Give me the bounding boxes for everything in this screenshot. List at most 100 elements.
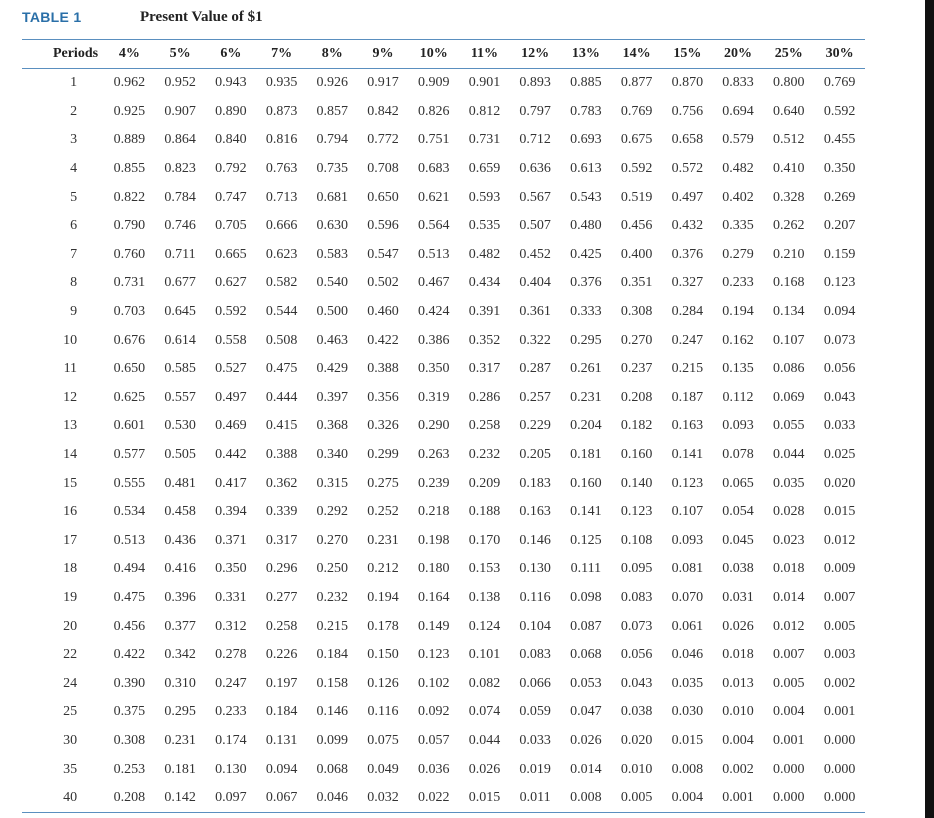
value-cell: 0.926 — [316, 75, 349, 91]
value-cell: 0.650 — [367, 189, 399, 205]
value-cell: 0.917 — [367, 75, 399, 91]
value-cell: 0.494 — [113, 561, 146, 577]
value-cell: 0.215 — [671, 361, 704, 377]
value-cell: 0.194 — [367, 589, 399, 605]
value-cell: 0.404 — [519, 275, 551, 291]
value-cell: 0.258 — [468, 418, 501, 434]
value-cell: 0.885 — [570, 75, 602, 91]
value-cell: 0.394 — [215, 504, 247, 520]
header-row: Periods 4% 5% 6% 7% 8% 9% 10% 11% 12% 13% 14% 15% 20%… — [22, 39, 865, 69]
value-cell: 0.572 — [671, 161, 704, 177]
value-cell: 0.257 — [519, 389, 551, 405]
table-row: 11 0.650 0.585 0.527 0.475 0.429 0.388 0.350 0.3… — [22, 355, 865, 384]
value-cell: 0.317 — [468, 361, 501, 377]
value-cell: 0.250 — [316, 561, 349, 577]
period-cell: 15 — [63, 475, 78, 491]
period-cell: 13 — [63, 418, 78, 434]
table-row: 17 0.513 0.436 0.371 0.317 0.270 0.231 0.198 0.1… — [22, 527, 865, 556]
value-cell: 0.625 — [113, 389, 146, 405]
table-body: 1 0.962 0.952 0.943 0.935 0.926 0.917 0.909 0.90… — [22, 69, 865, 813]
value-cell: 0.713 — [265, 189, 298, 205]
period-cell: 11 — [63, 361, 78, 377]
value-cell: 0.187 — [671, 389, 704, 405]
value-cell: 0.237 — [620, 361, 653, 377]
value-cell: 0.215 — [316, 618, 349, 634]
period-cell: 3 — [70, 132, 78, 148]
value-cell: 0.000 — [773, 761, 805, 777]
value-cell: 0.659 — [468, 161, 501, 177]
value-cell: 0.705 — [215, 218, 247, 234]
value-cell: 0.390 — [113, 675, 146, 691]
value-cell: 0.163 — [519, 504, 551, 520]
value-cell: 0.475 — [113, 589, 146, 605]
value-cell: 0.140 — [620, 475, 653, 491]
value-cell: 0.134 — [773, 304, 805, 320]
value-cell: 0.790 — [113, 218, 146, 234]
value-cell: 0.020 — [620, 732, 653, 748]
value-cell: 0.315 — [316, 475, 349, 491]
value-cell: 0.095 — [620, 561, 653, 577]
value-cell: 0.082 — [468, 675, 501, 691]
value-cell: 0.630 — [316, 218, 349, 234]
value-cell: 0.507 — [519, 218, 551, 234]
value-cell: 0.038 — [620, 704, 653, 720]
value-cell: 0.530 — [164, 418, 196, 434]
value-cell: 0.004 — [722, 732, 754, 748]
value-cell: 0.513 — [417, 246, 450, 262]
value-cell: 0.253 — [113, 761, 146, 777]
value-cell: 0.262 — [773, 218, 805, 234]
value-cell: 0.415 — [265, 418, 298, 434]
table-row: 10 0.676 0.614 0.558 0.508 0.463 0.422 0.386 0.3… — [22, 326, 865, 355]
period-cell: 7 — [70, 246, 78, 262]
value-cell: 0.263 — [417, 447, 450, 463]
value-cell: 0.009 — [823, 561, 856, 577]
value-cell: 0.130 — [519, 561, 551, 577]
value-cell: 0.296 — [265, 561, 298, 577]
value-cell: 0.005 — [823, 618, 856, 634]
value-cell: 0.308 — [620, 304, 653, 320]
value-cell: 0.623 — [265, 246, 298, 262]
value-cell: 0.481 — [164, 475, 196, 491]
value-cell: 0.797 — [519, 103, 551, 119]
value-cell: 0.093 — [671, 532, 704, 548]
value-cell: 0.812 — [468, 103, 501, 119]
value-cell: 0.547 — [367, 246, 399, 262]
value-cell: 0.026 — [722, 618, 754, 634]
value-cell: 0.174 — [215, 732, 247, 748]
column-header-rate: 9% — [372, 46, 394, 61]
table-row: 24 0.390 0.310 0.247 0.197 0.158 0.126 0.102 0.0… — [22, 669, 865, 698]
value-cell: 0.792 — [215, 161, 247, 177]
value-cell: 0.935 — [265, 75, 298, 91]
value-cell: 0.069 — [773, 389, 805, 405]
value-cell: 0.376 — [671, 246, 704, 262]
value-cell: 0.396 — [164, 589, 196, 605]
value-cell: 0.310 — [164, 675, 196, 691]
value-cell: 0.146 — [519, 532, 551, 548]
value-cell: 0.116 — [519, 589, 551, 605]
value-cell: 0.564 — [417, 218, 450, 234]
value-cell: 0.350 — [823, 161, 856, 177]
value-cell: 0.026 — [570, 732, 602, 748]
value-cell: 0.497 — [671, 189, 704, 205]
value-cell: 0.429 — [316, 361, 349, 377]
value-cell: 0.292 — [316, 504, 349, 520]
value-cell: 0.094 — [265, 761, 298, 777]
table-row: 15 0.555 0.481 0.417 0.362 0.315 0.275 0.239 0.2… — [22, 469, 865, 498]
value-cell: 0.033 — [519, 732, 551, 748]
table-row: 18 0.494 0.416 0.350 0.296 0.250 0.212 0.180 0.1… — [22, 555, 865, 584]
value-cell: 0.870 — [671, 75, 704, 91]
value-cell: 0.005 — [620, 790, 653, 806]
value-cell: 0.183 — [519, 475, 551, 491]
value-cell: 0.350 — [215, 561, 247, 577]
period-cell: 30 — [63, 732, 78, 748]
value-cell: 0.270 — [620, 332, 653, 348]
value-cell: 0.159 — [823, 246, 856, 262]
value-cell: 0.482 — [722, 161, 754, 177]
value-cell: 0.001 — [722, 790, 754, 806]
value-cell: 0.032 — [367, 790, 399, 806]
value-cell: 0.410 — [773, 161, 805, 177]
value-cell: 0.231 — [164, 732, 196, 748]
value-cell: 0.769 — [823, 75, 856, 91]
value-cell: 0.022 — [417, 790, 450, 806]
value-cell: 0.416 — [164, 561, 196, 577]
